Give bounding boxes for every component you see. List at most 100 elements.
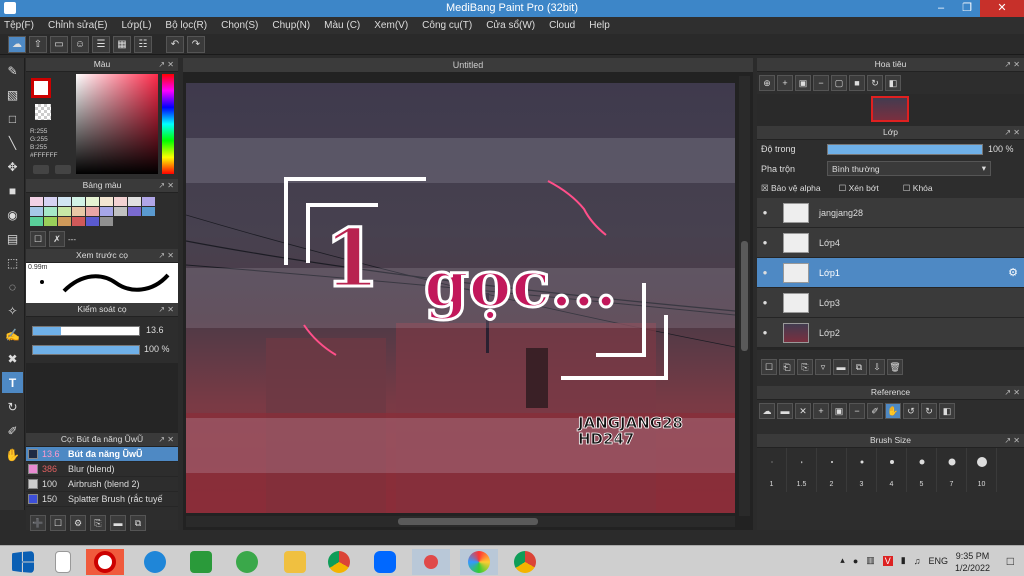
file-explorer-icon[interactable] <box>276 549 314 575</box>
grid-icon[interactable]: ☷ <box>134 35 152 53</box>
lock-checkbox[interactable]: ☐ <box>903 183 911 194</box>
visibility-icon[interactable]: ● <box>757 238 773 247</box>
brush-settings-icon[interactable]: ⚙ <box>70 515 86 531</box>
palette-swatch[interactable] <box>142 197 155 206</box>
palette-swatch[interactable] <box>86 197 99 206</box>
palette-swatch[interactable] <box>114 207 127 216</box>
protect-alpha-checkbox[interactable]: ☒ <box>761 183 769 194</box>
network-icon[interactable]: ▥ <box>866 555 875 566</box>
dot-tool-icon[interactable]: ╲ <box>2 132 23 153</box>
brush-tool-icon[interactable]: ✎ <box>2 60 23 81</box>
secondary-color-swatch[interactable] <box>35 104 51 120</box>
brush-size-option[interactable]: 2 <box>817 448 847 492</box>
palette-swatch[interactable] <box>72 207 85 216</box>
new-halftone-layer-icon[interactable]: ⎗ <box>779 359 795 375</box>
color-picker-button[interactable] <box>55 165 71 174</box>
menu-cloud[interactable]: Cloud <box>549 20 575 31</box>
add-layer-menu-icon[interactable]: ▿ <box>815 359 831 375</box>
brush-folder-icon[interactable]: ▬ <box>110 515 126 531</box>
visibility-icon[interactable]: ● <box>757 208 773 217</box>
delete-palette-color-icon[interactable]: ✗ <box>49 231 65 247</box>
ref-hand-icon[interactable]: ✋ <box>885 403 901 419</box>
palette-swatch[interactable] <box>58 217 71 226</box>
store-icon[interactable] <box>182 549 220 575</box>
redo-icon[interactable]: ↷ <box>187 35 205 53</box>
layer-row[interactable]: ● Lớp4 <box>757 228 1024 258</box>
brush-size-option[interactable]: 4 <box>877 448 907 492</box>
visibility-icon[interactable]: ● <box>757 268 773 277</box>
actual-size-icon[interactable]: ▢ <box>831 75 847 91</box>
palette-swatch[interactable] <box>44 197 57 206</box>
ref-rotate-left-icon[interactable]: ↺ <box>903 403 919 419</box>
menu-window[interactable]: Cửa sổ(W) <box>486 20 535 31</box>
hue-slider[interactable] <box>162 74 174 174</box>
zalo-icon[interactable] <box>366 549 404 575</box>
layer-opacity-slider[interactable] <box>827 144 983 155</box>
clock[interactable]: 9:35 PM 1/2/2022 <box>955 550 990 574</box>
palette-swatch[interactable] <box>114 197 127 206</box>
comment-icon[interactable]: ▭ <box>50 35 68 53</box>
gradient-tool-icon[interactable]: ▤ <box>2 228 23 249</box>
tray-app-icon[interactable]: ● <box>853 556 858 566</box>
close-reference-icon[interactable]: ✕ <box>795 403 811 419</box>
fill-rect-tool-icon[interactable]: ■ <box>2 180 23 201</box>
menu-edit[interactable]: Chỉnh sửa(E) <box>48 20 108 31</box>
brush-item[interactable]: 386 Blur (blend) <box>26 462 178 477</box>
add-brush-icon[interactable]: ➕ <box>30 515 46 531</box>
palette-swatch[interactable] <box>100 217 113 226</box>
eraser-tool-icon[interactable]: ▧ <box>2 84 23 105</box>
delete-layer-icon[interactable]: 🗑 <box>887 359 903 375</box>
canvas-tab[interactable]: Untitled <box>183 58 753 72</box>
document-icon[interactable]: ☰ <box>92 35 110 53</box>
close-button[interactable]: ✕ <box>980 0 1024 17</box>
select-eraser-tool-icon[interactable]: ✖ <box>2 348 23 369</box>
menu-select[interactable]: Chọn(S) <box>221 20 258 31</box>
new-brush-icon[interactable]: ☐ <box>50 515 66 531</box>
primary-color-swatch[interactable] <box>31 78 51 98</box>
undo-icon[interactable]: ↶ <box>166 35 184 53</box>
app-green-icon[interactable] <box>228 549 266 575</box>
vertical-scrollbar[interactable] <box>739 76 750 516</box>
full-screen-icon[interactable]: ■ <box>849 75 865 91</box>
layer-row[interactable]: ● Lớp1 ⚙ <box>757 258 1024 288</box>
fit-window-icon[interactable]: ▣ <box>795 75 811 91</box>
palette-swatch[interactable] <box>72 217 85 226</box>
rotate-icon[interactable]: ↻ <box>867 75 883 91</box>
palette-swatch[interactable] <box>58 207 71 216</box>
medibang-icon[interactable] <box>460 549 498 575</box>
layer-folder-icon[interactable]: ▬ <box>833 359 849 375</box>
brush-item[interactable]: 100 Airbrush (blend 2) <box>26 477 178 492</box>
layer-settings-icon[interactable]: ⚙ <box>1008 266 1018 279</box>
bucket-tool-icon[interactable]: ◉ <box>2 204 23 225</box>
menu-layer[interactable]: Lớp(L) <box>122 20 152 31</box>
notification-icon[interactable]: □ <box>1007 554 1014 568</box>
clipping-checkbox[interactable]: ☐ <box>839 183 847 194</box>
volume-icon[interactable]: ♫ <box>914 556 921 566</box>
copy-brush-icon[interactable]: ⎘ <box>90 515 106 531</box>
menu-color[interactable]: Màu (C) <box>324 20 360 31</box>
team-icon[interactable]: ☺ <box>71 35 89 53</box>
operation-tool-icon[interactable]: ↻ <box>2 396 23 417</box>
brush-size-option[interactable]: 5 <box>907 448 937 492</box>
palette-swatch[interactable] <box>100 207 113 216</box>
chrome-icon[interactable] <box>320 549 358 575</box>
brush-size-option[interactable]: 7 <box>937 448 967 492</box>
brush-size-option[interactable]: 1 <box>757 448 787 492</box>
share-icon[interactable]: ⇧ <box>29 35 47 53</box>
visibility-icon[interactable]: ● <box>757 328 773 337</box>
tray-chevron-icon[interactable]: ▴ <box>840 555 845 566</box>
palette-swatch[interactable] <box>58 197 71 206</box>
brush-size-option[interactable]: 3 <box>847 448 877 492</box>
start-button[interactable] <box>4 549 42 575</box>
horizontal-scrollbar[interactable] <box>186 516 735 527</box>
palette-swatch[interactable] <box>86 217 99 226</box>
zoom-fit-icon[interactable]: ⊕ <box>759 75 775 91</box>
duplicate-brush-icon[interactable]: ⧉ <box>130 515 146 531</box>
menu-file[interactable]: Tệp(F) <box>4 20 34 31</box>
menu-filter[interactable]: Bộ lọc(R) <box>165 20 207 31</box>
open-folder-icon[interactable]: ▬ <box>777 403 793 419</box>
shape-tool-icon[interactable]: □ <box>2 108 23 129</box>
new-8bit-layer-icon[interactable]: ⎘ <box>797 359 813 375</box>
language-indicator[interactable]: ENG <box>928 556 948 566</box>
flip-icon[interactable]: ◧ <box>885 75 901 91</box>
